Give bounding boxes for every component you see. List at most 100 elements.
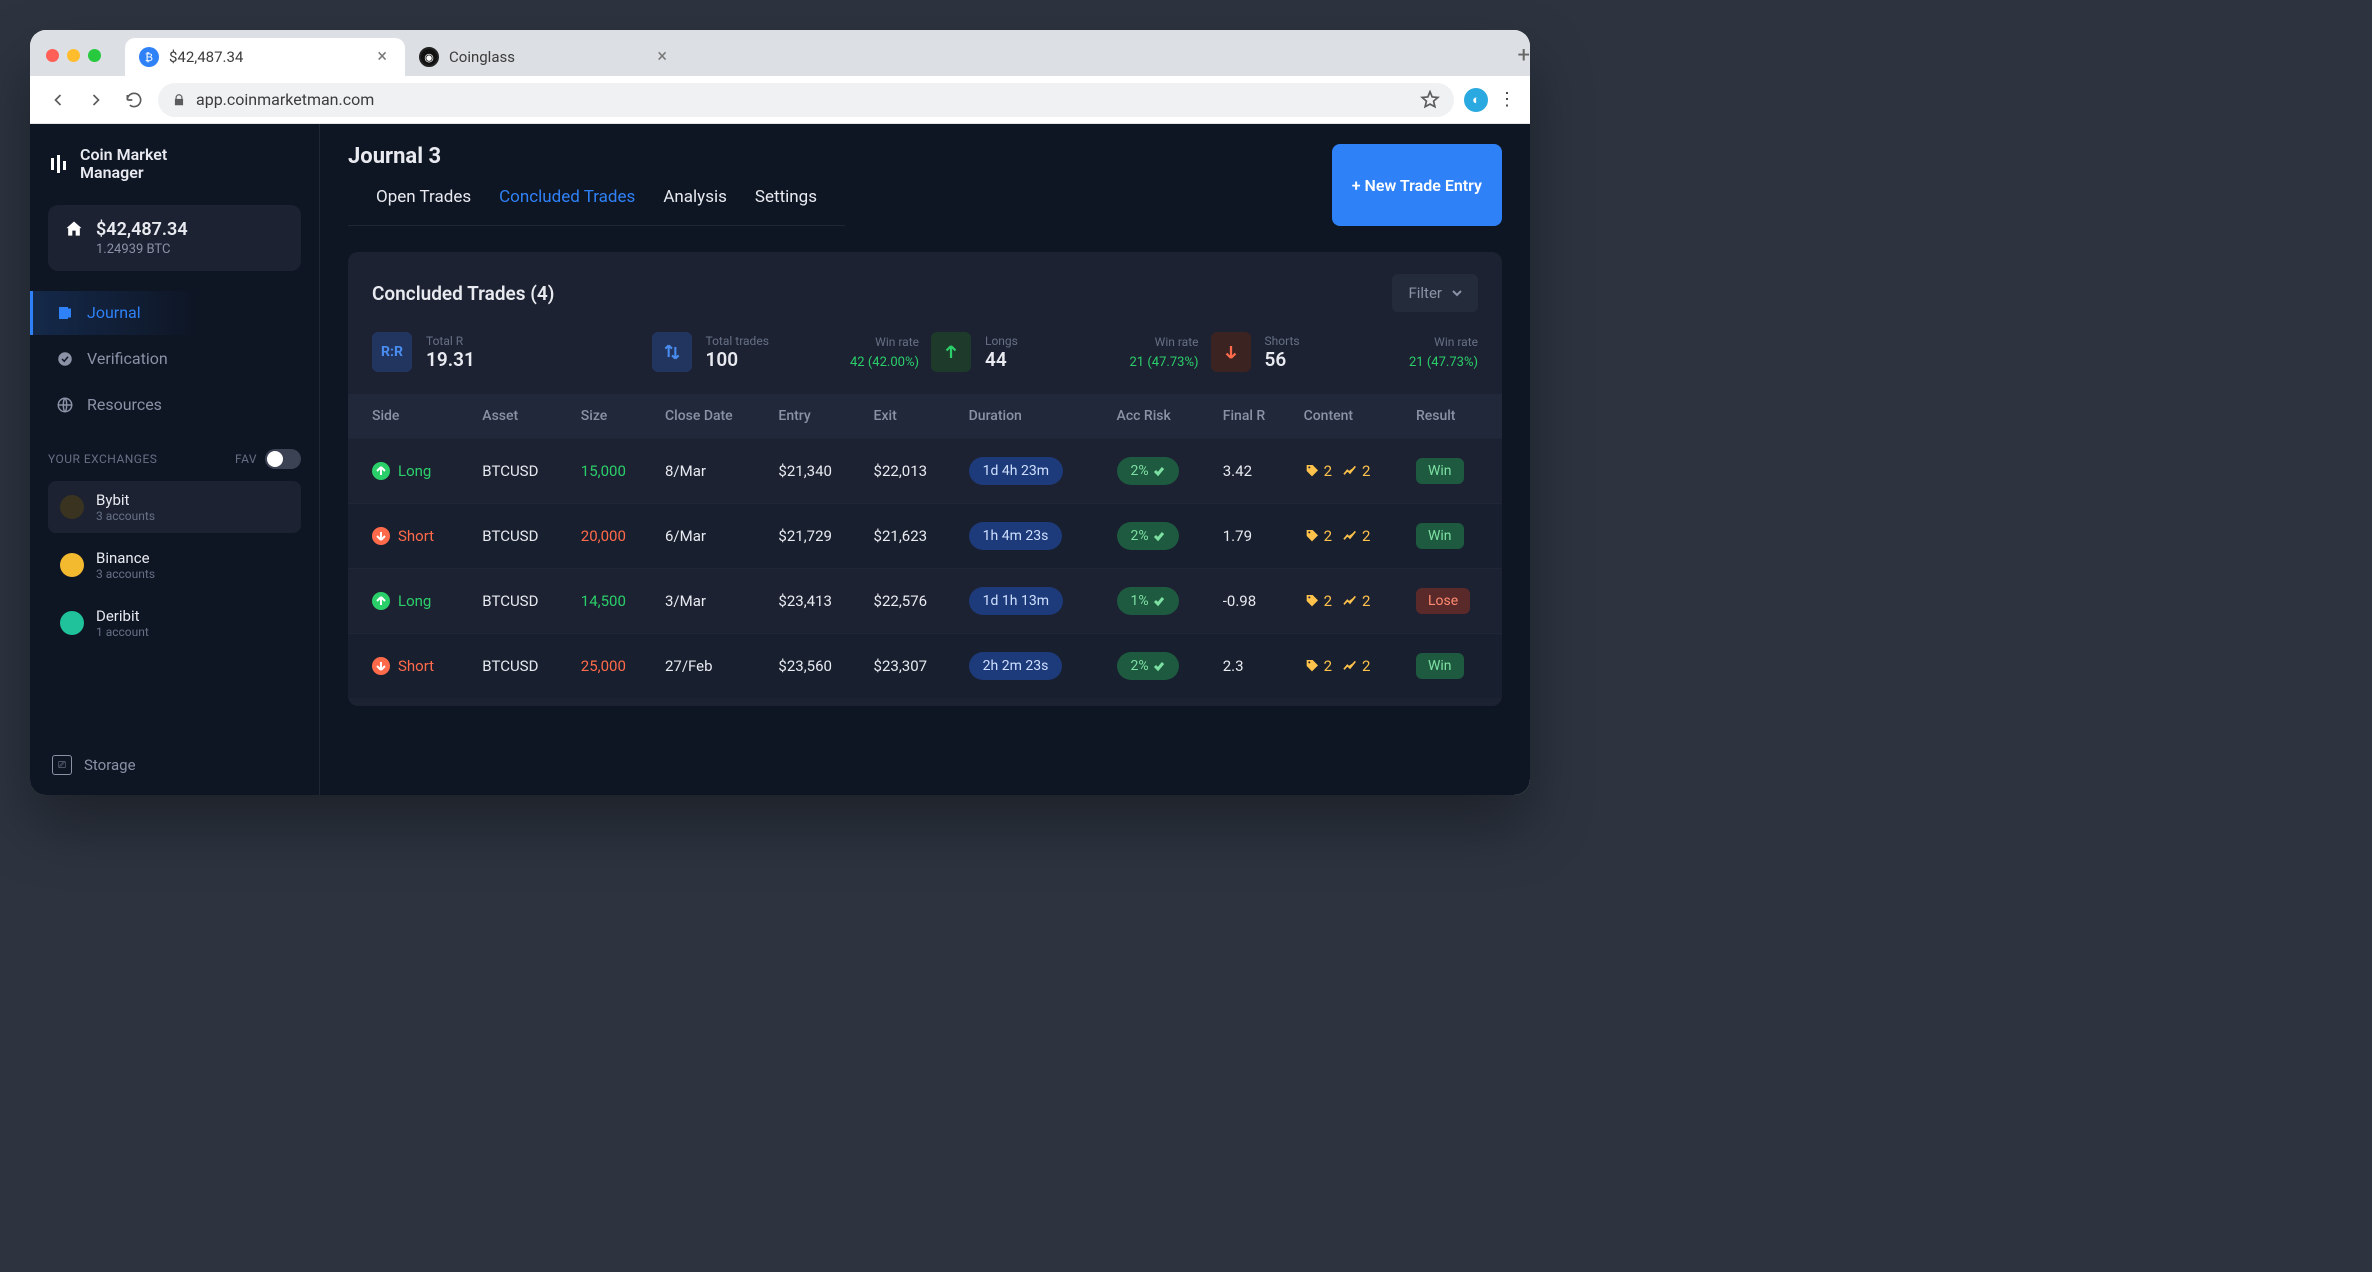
tab-concluded-trades[interactable]: Concluded Trades [499, 187, 635, 225]
cell-content: 2 2 [1304, 527, 1396, 545]
filter-button[interactable]: Filter [1392, 274, 1478, 312]
col-size[interactable]: Size [571, 394, 655, 439]
new-trade-entry-button[interactable]: + New Trade Entry [1332, 144, 1502, 226]
minimize-window-button[interactable] [67, 49, 80, 62]
tab-close-icon[interactable]: × [377, 48, 387, 66]
stat-label: Shorts [1265, 334, 1300, 348]
cell-content: 2 2 [1304, 462, 1396, 480]
home-icon [64, 219, 84, 239]
risk-chip: 1% [1117, 587, 1179, 615]
tab-title: $42,487.34 [169, 48, 243, 66]
sidebar-item-label: Resources [87, 395, 162, 414]
sidebar-nav: JournalVerification Resources [30, 291, 319, 427]
cell-close-date: 3/Mar [655, 569, 768, 634]
address-bar[interactable]: app.coinmarketman.com [158, 83, 1454, 117]
balance-usd: $42,487.34 [96, 219, 188, 240]
cell-content: 2 2 [1304, 592, 1396, 610]
exchanges-header: YOUR EXCHANGES FAV [48, 449, 301, 469]
col-acc-risk[interactable]: Acc Risk [1107, 394, 1213, 439]
stat-label: Total R [426, 334, 475, 348]
browser-menu-button[interactable]: ⋮ [1498, 89, 1516, 110]
table-header-row: SideAssetSizeClose DateEntryExitDuration… [348, 394, 1502, 439]
stat-total-trades: Total trades 100 Win rate 42 (42.00%) [652, 332, 920, 372]
cell-asset: BTCUSD [472, 439, 570, 504]
trades-table: SideAssetSizeClose DateEntryExitDuration… [348, 394, 1502, 698]
sidebar-item-verification[interactable]: Verification [30, 337, 319, 381]
tag-count: 2 [1304, 657, 1332, 675]
stats-row: R:R Total R 19.31 Total trades [348, 320, 1502, 394]
storage-icon: ⎚ [52, 755, 72, 775]
col-final-r[interactable]: Final R [1213, 394, 1294, 439]
col-close-date[interactable]: Close Date [655, 394, 768, 439]
browser-tab[interactable]: ₿ $42,487.34 × [125, 38, 405, 76]
profile-avatar[interactable]: ◐ [1464, 88, 1488, 112]
cell-size: 15,000 [571, 439, 655, 504]
tab-settings[interactable]: Settings [755, 187, 817, 225]
cell-size: 25,000 [571, 634, 655, 699]
side-text: Short [398, 527, 434, 545]
chart-count: 2 [1342, 657, 1370, 675]
stat-value: 44 [985, 348, 1018, 371]
col-result[interactable]: Result [1406, 394, 1502, 439]
sidebar-item-journal[interactable]: Journal [30, 291, 319, 335]
col-side[interactable]: Side [348, 394, 472, 439]
stat-value: 19.31 [426, 348, 475, 371]
forward-button[interactable] [82, 86, 110, 114]
table-row[interactable]: Long BTCUSD 15,000 8/Mar $21,340 $22,013… [348, 439, 1502, 504]
table-row[interactable]: Short BTCUSD 20,000 6/Mar $21,729 $21,62… [348, 504, 1502, 569]
cell-entry: $21,729 [768, 504, 863, 569]
close-window-button[interactable] [46, 49, 59, 62]
result-badge: Win [1416, 458, 1464, 484]
main-area: Journal 3 Open Trades Concluded Trades Ana… [320, 124, 1530, 795]
fav-label: FAV [235, 452, 257, 466]
cell-close-date: 6/Mar [655, 504, 768, 569]
journal-icon [55, 303, 75, 323]
stat-label: Longs [985, 334, 1018, 348]
new-tab-button[interactable]: + [1518, 43, 1530, 68]
bookmark-star-icon[interactable] [1420, 90, 1440, 110]
rr-icon: R:R [372, 332, 412, 372]
exchanges-label: YOUR EXCHANGES [48, 452, 157, 466]
page-title: Journal 3 [348, 144, 845, 169]
cell-final-r: 3.42 [1213, 439, 1294, 504]
app-root: Coin Market Manager $42,487.34 1.24939 B… [30, 124, 1530, 795]
sidebar-item-resources[interactable]: Resources [30, 383, 319, 427]
result-badge: Win [1416, 523, 1464, 549]
duration-chip: 1d 4h 23m [969, 457, 1063, 485]
winrate-label: Win rate [1130, 335, 1199, 349]
cell-content: 2 2 [1304, 657, 1396, 675]
col-content[interactable]: Content [1294, 394, 1406, 439]
col-entry[interactable]: Entry [768, 394, 863, 439]
stat-shorts: Shorts 56 Win rate 21 (47.73%) [1211, 332, 1479, 372]
table-row[interactable]: Short BTCUSD 25,000 27/Feb $23,560 $23,3… [348, 634, 1502, 699]
risk-chip: 2% [1117, 522, 1179, 550]
back-button[interactable] [44, 86, 72, 114]
sidebar-item-storage[interactable]: ⎚ Storage [48, 741, 301, 783]
exchange-sub: 3 accounts [96, 509, 155, 523]
tab-open-trades[interactable]: Open Trades [376, 187, 471, 225]
exchange-item[interactable]: Bybit3 accounts [48, 481, 301, 533]
table-row[interactable]: Long BTCUSD 14,500 3/Mar $23,413 $22,576… [348, 569, 1502, 634]
exchange-item[interactable]: Deribit1 account [48, 597, 301, 649]
col-exit[interactable]: Exit [864, 394, 959, 439]
arrow-up-icon [372, 462, 390, 480]
tab-close-icon[interactable]: × [657, 48, 667, 66]
col-asset[interactable]: Asset [472, 394, 570, 439]
exchange-item[interactable]: Binance3 accounts [48, 539, 301, 591]
tab-favicon-icon: ₿ [139, 47, 159, 67]
col-duration[interactable]: Duration [959, 394, 1107, 439]
cell-exit: $21,623 [864, 504, 959, 569]
reload-button[interactable] [120, 86, 148, 114]
brand-line1: Coin Market [80, 145, 167, 164]
cell-close-date: 8/Mar [655, 439, 768, 504]
balance-card[interactable]: $42,487.34 1.24939 BTC [48, 205, 301, 271]
fav-toggle[interactable] [265, 449, 301, 469]
browser-tab[interactable]: ◉Coinglass× [405, 38, 685, 76]
exchange-icon [60, 495, 84, 519]
resources-icon [55, 395, 75, 415]
logo-mark-icon [48, 153, 70, 175]
maximize-window-button[interactable] [88, 49, 101, 62]
balance-btc: 1.24939 BTC [96, 242, 188, 257]
cell-asset: BTCUSD [472, 634, 570, 699]
tab-analysis[interactable]: Analysis [663, 187, 727, 225]
